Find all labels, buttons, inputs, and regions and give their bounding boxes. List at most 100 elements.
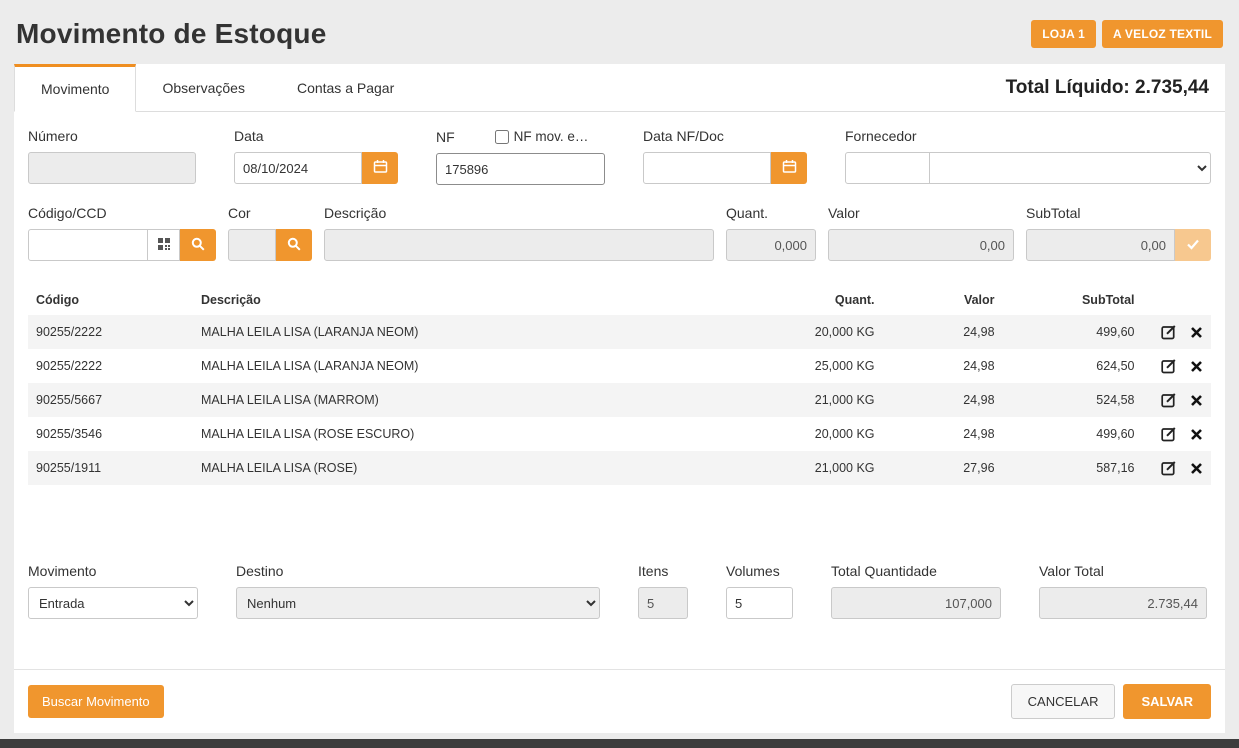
codigo-search-button[interactable] [180,229,216,261]
valor-input [828,229,1014,261]
nf-field: NF NF mov. e… [436,128,605,185]
nf-label: NF [436,129,455,145]
subtotal-input [1026,229,1175,261]
tab-observacoes[interactable]: Observações [136,64,270,111]
itens-label: Itens [638,563,688,579]
company-button[interactable]: A VELOZ TEXTIL [1102,20,1223,48]
data-nf-field: Data NF/Doc [643,128,807,185]
volumes-input[interactable] [726,587,793,619]
cell-subtotal: 587,16 [1003,451,1143,485]
fornecedor-field: Fornecedor [845,128,1211,185]
fornecedor-select[interactable] [929,152,1211,184]
valor-total-input [1039,587,1207,619]
valor-field: Valor [828,205,1014,261]
cancelar-button[interactable]: CANCELAR [1011,684,1116,719]
edit-icon[interactable] [1161,324,1177,340]
descricao-field: Descrição [324,205,714,261]
cell-descricao: MALHA LEILA LISA (LARANJA NEOM) [193,349,733,383]
destino-select[interactable]: Nenhum [236,587,600,619]
salvar-button[interactable]: SALVAR [1123,684,1211,719]
data-calendar-button[interactable] [362,152,398,184]
tab-movimento-label: Movimento [41,81,109,97]
delete-icon[interactable] [1190,360,1203,373]
delete-icon[interactable] [1190,428,1203,441]
cell-subtotal: 499,60 [1003,417,1143,451]
card-body: Número Data NF [14,112,1225,619]
cell-valor: 24,98 [883,383,1003,417]
fornecedor-code-input[interactable] [845,152,930,184]
delete-icon[interactable] [1190,394,1203,407]
data-field: Data [234,128,398,185]
nf-mov-checkbox-label: NF mov. e… [514,129,589,144]
valor-total-field: Valor Total [1039,563,1207,619]
col-actions [1143,285,1211,315]
tab-observacoes-label: Observações [162,80,244,96]
header-buttons: LOJA 1 A VELOZ TEXTIL [1031,20,1223,48]
total-quantidade-label: Total Quantidade [831,563,1001,579]
cell-quant: 20,000 KG [733,417,883,451]
quant-label: Quant. [726,205,816,221]
movimento-field: Movimento Entrada [28,563,198,619]
table-row: 90255/2222 MALHA LEILA LISA (LARANJA NEO… [28,315,1211,349]
tab-contas-a-pagar-label: Contas a Pagar [297,80,394,96]
loja-button[interactable]: LOJA 1 [1031,20,1096,48]
cell-subtotal: 499,60 [1003,315,1143,349]
edit-icon[interactable] [1161,460,1177,476]
add-item-button[interactable] [1175,229,1211,261]
edit-icon[interactable] [1161,392,1177,408]
fornecedor-label: Fornecedor [845,128,1211,144]
cell-quant: 20,000 KG [733,315,883,349]
footer-actions: Buscar Movimento CANCELAR SALVAR [14,669,1225,733]
movimento-label: Movimento [28,563,198,579]
calendar-icon [373,159,388,177]
descricao-label: Descrição [324,205,714,221]
col-subtotal: SubTotal [1003,285,1143,315]
movimento-select[interactable]: Entrada [28,587,198,619]
cell-valor: 24,98 [883,315,1003,349]
valor-label: Valor [828,205,1014,221]
codigo-input[interactable] [28,229,148,261]
descricao-input [324,229,714,261]
table-row: 90255/2222 MALHA LEILA LISA (LARANJA NEO… [28,349,1211,383]
main-card: Movimento Observações Contas a Pagar Tot… [14,64,1225,733]
data-nf-input[interactable] [643,152,771,184]
table-row: 90255/1911 MALHA LEILA LISA (ROSE) 21,00… [28,451,1211,485]
cor-label: Cor [228,205,312,221]
footer-bar [0,739,1239,748]
buscar-movimento-button[interactable]: Buscar Movimento [28,685,164,718]
delete-icon[interactable] [1190,462,1203,475]
table-row: 90255/5667 MALHA LEILA LISA (MARROM) 21,… [28,383,1211,417]
nf-input[interactable] [436,153,605,185]
cell-valor: 27,96 [883,451,1003,485]
barcode-button[interactable] [148,229,180,261]
col-quant: Quant. [733,285,883,315]
tab-movimento[interactable]: Movimento [14,64,136,112]
table-row: 90255/3546 MALHA LEILA LISA (ROSE ESCURO… [28,417,1211,451]
numero-input [28,152,196,184]
search-icon [191,237,205,254]
data-input[interactable] [234,152,362,184]
cell-valor: 24,98 [883,417,1003,451]
volumes-label: Volumes [726,563,793,579]
total-quantidade-field: Total Quantidade [831,563,1001,619]
total-liquido: Total Líquido: 2.735,44 [1006,77,1225,99]
cor-field: Cor [228,205,312,261]
table-header-row: Código Descrição Quant. Valor SubTotal [28,285,1211,315]
cell-subtotal: 624,50 [1003,349,1143,383]
cell-quant: 25,000 KG [733,349,883,383]
cell-descricao: MALHA LEILA LISA (LARANJA NEOM) [193,315,733,349]
items-table: Código Descrição Quant. Valor SubTotal 9… [28,285,1211,485]
delete-icon[interactable] [1190,326,1203,339]
edit-icon[interactable] [1161,426,1177,442]
nf-mov-checkbox-group: NF mov. e… [495,129,589,144]
cor-input [228,229,276,261]
cell-subtotal: 524,58 [1003,383,1143,417]
calendar-icon [782,159,797,177]
cor-search-button[interactable] [276,229,312,261]
nf-mov-checkbox[interactable] [495,130,509,144]
data-nf-calendar-button[interactable] [771,152,807,184]
destino-field: Destino Nenhum [236,563,600,619]
cell-descricao: MALHA LEILA LISA (ROSE ESCURO) [193,417,733,451]
edit-icon[interactable] [1161,358,1177,374]
tab-contas-a-pagar[interactable]: Contas a Pagar [271,64,420,111]
